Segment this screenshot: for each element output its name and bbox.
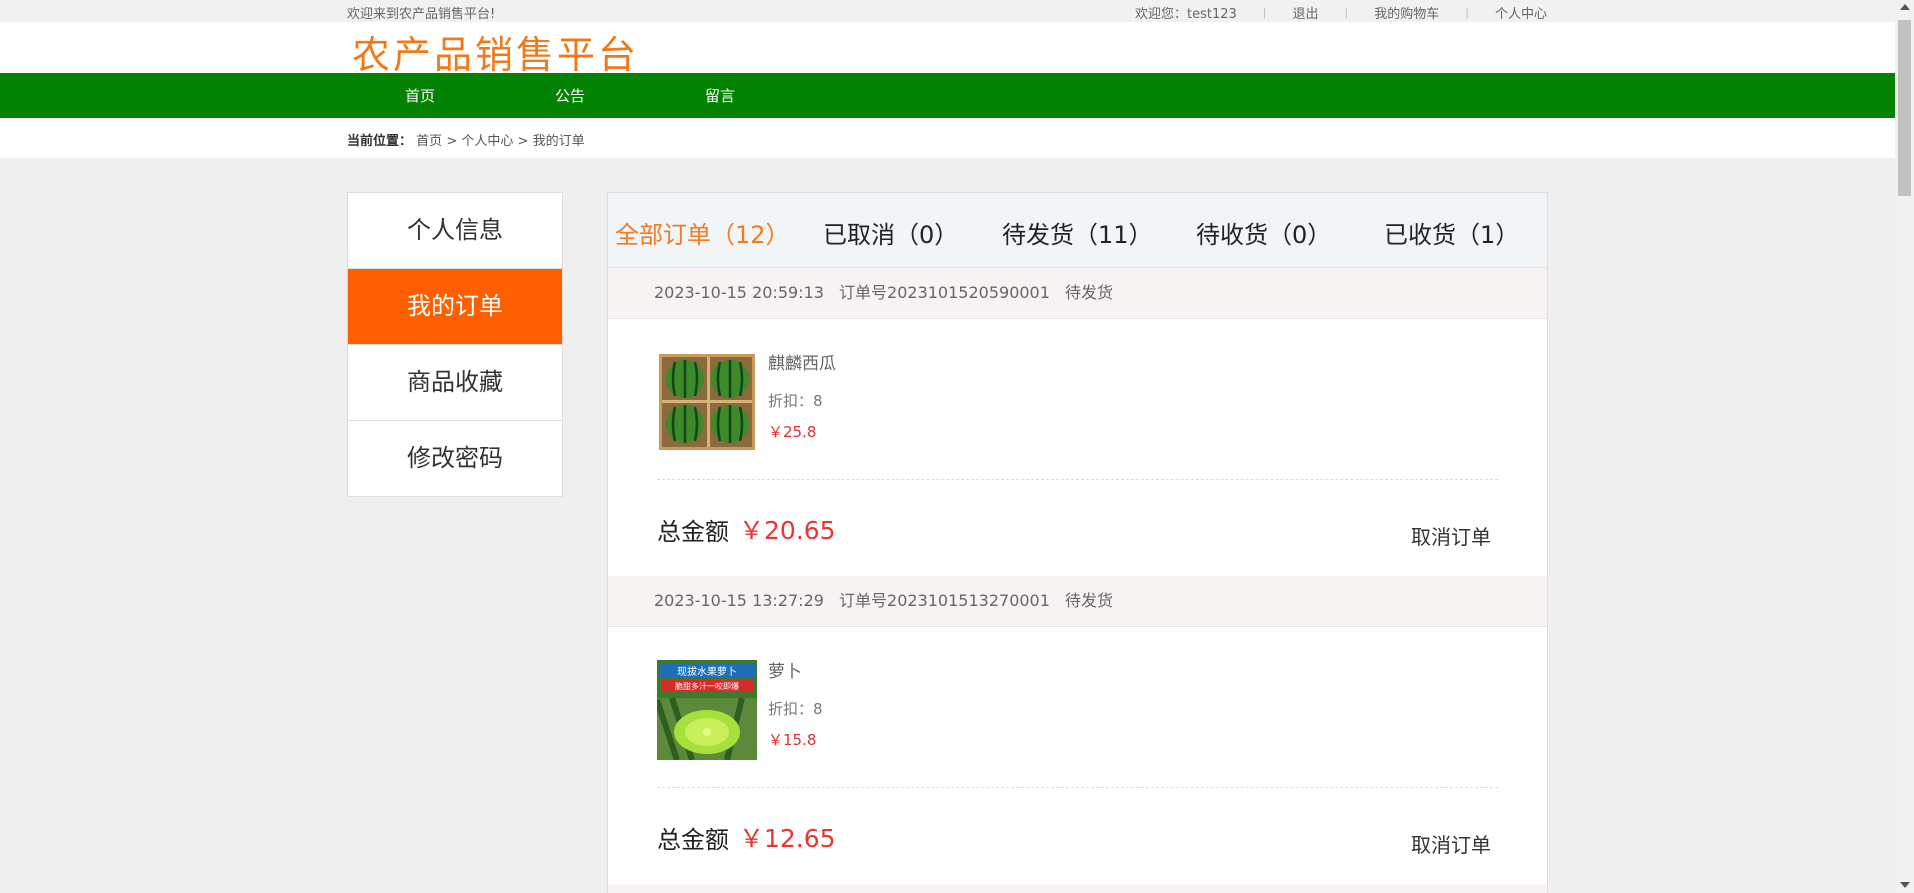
- breadcrumb-label: 当前位置：: [347, 134, 413, 149]
- product-name[interactable]: 萝卜: [768, 657, 802, 682]
- divider: |: [1344, 6, 1349, 19]
- sidebar-item-favorites[interactable]: 商品收藏: [348, 345, 562, 421]
- sidebar-item-password[interactable]: 修改密码: [348, 421, 562, 496]
- orders-panel: 全部订单（12） 已取消（0） 待发货（11） 待收货（0） 已收货（1） 20…: [607, 192, 1548, 893]
- cancel-order-button[interactable]: 取消订单: [1411, 521, 1491, 550]
- total-label: 总金额: [657, 826, 729, 854]
- tab-cancelled[interactable]: 已取消（0）: [823, 215, 958, 250]
- cart-link[interactable]: 我的购物车: [1374, 3, 1439, 22]
- radish-image-caption: 脆甜多汁一咬即爆: [675, 681, 739, 691]
- total-label: 总金额: [657, 518, 729, 546]
- order-time: 2023-10-15 13:27:29: [654, 591, 824, 610]
- scroll-thumb[interactable]: [1898, 20, 1911, 196]
- main-nav: 首页 公告 留言: [0, 73, 1895, 118]
- divider: [657, 479, 1498, 480]
- breadcrumb-center[interactable]: 个人中心: [461, 134, 513, 149]
- breadcrumb-bar: 当前位置： 首页 > 个人中心 > 我的订单: [0, 118, 1895, 158]
- watermelon-thumbnail[interactable]: [657, 352, 757, 452]
- breadcrumb-sep: >: [446, 134, 458, 149]
- divider: |: [1262, 6, 1267, 19]
- order-number: 订单号2023101520590001: [839, 283, 1050, 302]
- radish-image-caption: 现拔水果萝卜: [677, 665, 737, 678]
- radish-thumbnail[interactable]: 现拔水果萝卜 脆甜多汁一咬即爆: [657, 660, 757, 760]
- product-price: ￥15.8: [768, 731, 817, 749]
- sidebar: 个人信息 我的订单 商品收藏 修改密码: [347, 192, 563, 497]
- top-links: 欢迎您：test123 | 退出 | 我的购物车 | 个人中心: [1135, 3, 1547, 22]
- nav-item-messages[interactable]: 留言: [705, 85, 735, 106]
- tab-all-orders[interactable]: 全部订单（12）: [615, 215, 790, 250]
- order-tabs: 全部订单（12） 已取消（0） 待发货（11） 待收货（0） 已收货（1）: [608, 193, 1547, 268]
- welcome-text: 欢迎来到农产品销售平台!: [347, 7, 496, 22]
- order-header: 2023-10-15 13:27:29 订单号2023101513270001 …: [608, 576, 1547, 627]
- divider: |: [1465, 6, 1469, 19]
- order-number: 订单号2023101513270001: [839, 591, 1050, 610]
- order-item: 现拔水果萝卜 脆甜多汁一咬即爆 萝卜 折扣：8 ￥15.8 总金额 ￥12.65…: [608, 627, 1547, 884]
- product-discount: 折扣：8: [768, 700, 823, 718]
- tab-pending-shipment[interactable]: 待发货（11）: [1002, 215, 1153, 250]
- breadcrumb-home[interactable]: 首页: [416, 134, 442, 149]
- tab-received[interactable]: 已收货（1）: [1384, 215, 1519, 250]
- order-time: 2023-10-15 20:59:13: [654, 283, 824, 302]
- page-scrollbar[interactable]: [1895, 0, 1914, 892]
- cancel-order-button[interactable]: 取消订单: [1411, 829, 1491, 858]
- profile-link[interactable]: 个人中心: [1495, 3, 1547, 22]
- order-item: 麒麟西瓜 折扣：8 ￥25.8 总金额 ￥20.65 取消订单: [608, 319, 1547, 576]
- total-amount: ￥20.65: [739, 516, 836, 545]
- product-price: ￥25.8: [768, 423, 817, 441]
- product-discount: 折扣：8: [768, 392, 823, 410]
- scroll-up-icon[interactable]: [1900, 4, 1910, 10]
- user-greeting: 欢迎您：test123: [1135, 7, 1237, 22]
- sidebar-item-orders[interactable]: 我的订单: [348, 269, 562, 345]
- nav-item-announcements[interactable]: 公告: [555, 85, 585, 106]
- divider: [657, 787, 1498, 788]
- total-amount: ￥12.65: [739, 824, 836, 853]
- breadcrumb-current: 我的订单: [532, 134, 585, 149]
- product-name[interactable]: 麒麟西瓜: [768, 349, 836, 374]
- header: 农产品销售平台: [0, 22, 1895, 77]
- scroll-down-icon[interactable]: [1900, 882, 1910, 888]
- logout-link[interactable]: 退出: [1293, 3, 1319, 22]
- breadcrumb-sep: >: [517, 134, 529, 149]
- breadcrumb: 当前位置： 首页 > 个人中心 > 我的订单: [347, 130, 585, 149]
- order-status: 待发货: [1065, 283, 1114, 302]
- sidebar-item-profile[interactable]: 个人信息: [348, 193, 562, 269]
- tab-pending-receipt[interactable]: 待收货（0）: [1196, 215, 1331, 250]
- nav-item-home[interactable]: 首页: [405, 85, 435, 106]
- top-bar: 欢迎来到农产品销售平台! 欢迎您：test123 | 退出 | 我的购物车 | …: [0, 0, 1895, 22]
- order-header: 2023-10-15 20:59:13 订单号2023101520590001 …: [608, 268, 1547, 319]
- order-status: 待发货: [1065, 591, 1114, 610]
- site-logo[interactable]: 农产品销售平台: [352, 24, 639, 79]
